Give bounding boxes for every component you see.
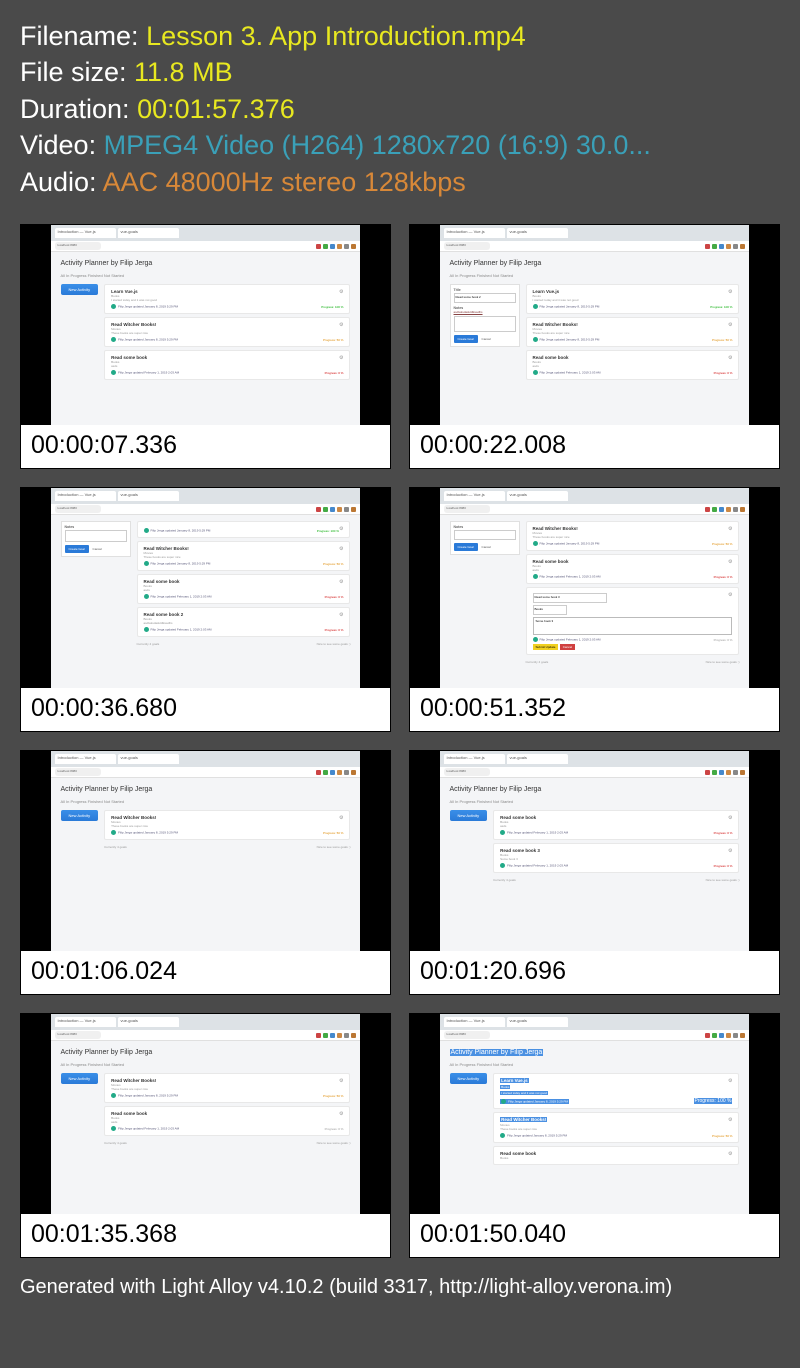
filename-label: Filename:: [20, 21, 146, 51]
activity-card: ⚙ Read Witcher Books! Movies These books…: [104, 317, 350, 347]
avatar: [111, 370, 116, 375]
thumbnail-7[interactable]: Introduction — Vue.jsvue-goals localhost…: [20, 1013, 391, 1258]
timestamp-2: 00:00:22.008: [410, 425, 779, 468]
gear-icon: ⚙: [339, 289, 343, 295]
timestamp-8: 00:01:50.040: [410, 1214, 779, 1257]
thumbnail-8-image: Introduction — Vue.jsvue-goals localhost…: [410, 1014, 779, 1214]
filesize-value: 11.8 MB: [134, 57, 233, 87]
filesize-label: File size:: [20, 57, 134, 87]
info-filesize: File size: 11.8 MB: [20, 54, 780, 90]
app-filter-tabs: All In Progress Finished Not Started: [61, 273, 351, 280]
browser-tabs: Introduction — Vue.js vue-goals: [51, 225, 361, 241]
tab-1: Introduction — Vue.js: [55, 228, 116, 238]
thumbnail-6-image: Introduction — Vue.jsvue-goals localhost…: [410, 751, 779, 951]
thumbnail-5[interactable]: Introduction — Vue.jsvue-goals localhost…: [20, 750, 391, 995]
avatar: [111, 304, 116, 309]
thumbnail-1-image: Introduction — Vue.js vue-goals localhos…: [21, 225, 390, 425]
thumbnail-3-image: Introduction — Vue.jsvue-goals localhost…: [21, 488, 390, 688]
browser-url-bar: localhost:8080: [51, 241, 361, 252]
info-video: Video: MPEG4 Video (H264) 1280x720 (16:9…: [20, 127, 780, 163]
activity-card: ⚙ Learn Vue.js Books I started today and…: [104, 284, 350, 314]
video-label: Video:: [20, 130, 104, 160]
new-activity-button: New Activity: [61, 284, 99, 295]
thumbnail-5-image: Introduction — Vue.jsvue-goals localhost…: [21, 751, 390, 951]
app-title: Activity Planner by Filip Jerga: [61, 258, 351, 269]
audio-label: Audio:: [20, 167, 103, 197]
duration-value: 00:01:57.376: [137, 94, 295, 124]
activity-card: ⚙ Read some book Books asds Filip Jerga …: [104, 350, 350, 380]
gear-icon: ⚙: [339, 355, 343, 361]
duration-label: Duration:: [20, 94, 137, 124]
timestamp-3: 00:00:36.680: [21, 688, 390, 731]
info-filename: Filename: Lesson 3. App Introduction.mp4: [20, 18, 780, 54]
url: localhost:8080: [55, 242, 101, 250]
generator-footer: Generated with Light Alloy v4.10.2 (buil…: [0, 1266, 800, 1317]
video-value: MPEG4 Video (H264) 1280x720 (16:9) 30.0.…: [104, 130, 651, 160]
timestamp-4: 00:00:51.352: [410, 688, 779, 731]
create-button: Create Goal: [454, 335, 478, 343]
thumbnail-2[interactable]: Introduction — Vue.jsvue-goals localhost…: [409, 224, 780, 469]
thumbnail-1[interactable]: Introduction — Vue.js vue-goals localhos…: [20, 224, 391, 469]
thumbnail-6[interactable]: Introduction — Vue.jsvue-goals localhost…: [409, 750, 780, 995]
gear-icon: ⚙: [339, 322, 343, 328]
audio-value: AAC 48000Hz stereo 128kbps: [103, 167, 466, 197]
thumbnail-8[interactable]: Introduction — Vue.jsvue-goals localhost…: [409, 1013, 780, 1258]
thumbnail-7-image: Introduction — Vue.jsvue-goals localhost…: [21, 1014, 390, 1214]
timestamp-5: 00:01:06.024: [21, 951, 390, 994]
timestamp-6: 00:01:20.696: [410, 951, 779, 994]
thumbnail-3[interactable]: Introduction — Vue.jsvue-goals localhost…: [20, 487, 391, 732]
timestamp-1: 00:00:07.336: [21, 425, 390, 468]
app-title-highlighted: Activity Planner by Filip Jerga: [450, 1047, 740, 1058]
avatar: [111, 337, 116, 342]
thumbnail-4-image: Introduction — Vue.jsvue-goals localhost…: [410, 488, 779, 688]
filename-value: Lesson 3. App Introduction.mp4: [146, 21, 526, 51]
thumbnail-grid: Introduction — Vue.js vue-goals localhos…: [0, 210, 800, 1266]
tab-2: vue-goals: [118, 228, 179, 238]
thumbnail-4[interactable]: Introduction — Vue.jsvue-goals localhost…: [409, 487, 780, 732]
info-duration: Duration: 00:01:57.376: [20, 91, 780, 127]
file-info-block: Filename: Lesson 3. App Introduction.mp4…: [0, 0, 800, 210]
info-audio: Audio: AAC 48000Hz stereo 128kbps: [20, 164, 780, 200]
toolbar-icons: [316, 244, 356, 249]
timestamp-7: 00:01:35.368: [21, 1214, 390, 1257]
thumbnail-2-image: Introduction — Vue.jsvue-goals localhost…: [410, 225, 779, 425]
create-form: Title Read some book 2 Notes asdlaksdask…: [450, 284, 520, 347]
